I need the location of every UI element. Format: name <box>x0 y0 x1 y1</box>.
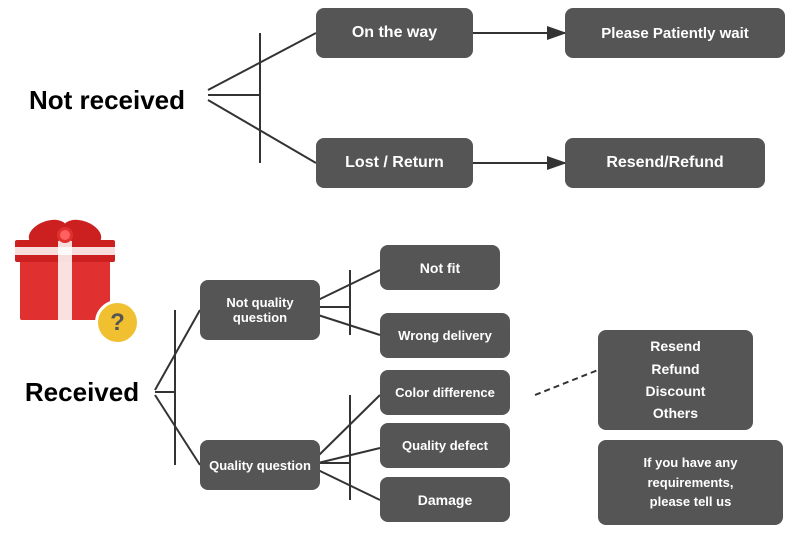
damage-node: Damage <box>380 477 510 522</box>
received-node: Received <box>2 360 162 425</box>
gift-box: ? <box>10 205 130 335</box>
wrong-delivery-node: Wrong delivery <box>380 313 510 358</box>
not-quality-node: Not quality question <box>200 280 320 340</box>
please-wait-node: Please Patiently wait <box>565 8 785 58</box>
question-mark-icon: ? <box>95 300 140 345</box>
lost-return-node: Lost / Return <box>316 138 473 188</box>
quality-question-node: Quality question <box>200 440 320 490</box>
quality-defect-node: Quality defect <box>380 423 510 468</box>
not-fit-node: Not fit <box>380 245 500 290</box>
on-the-way-node: On the way <box>316 8 473 58</box>
not-received-node: Not received <box>2 60 212 140</box>
resend-refund-discount-node: Resend Refund Discount Others <box>598 330 753 430</box>
resend-refund-node: Resend/Refund <box>565 138 765 188</box>
color-difference-node: Color difference <box>380 370 510 415</box>
diagram-container: Not received On the way Please Patiently… <box>0 0 800 533</box>
requirements-node: If you have any requirements, please tel… <box>598 440 783 525</box>
